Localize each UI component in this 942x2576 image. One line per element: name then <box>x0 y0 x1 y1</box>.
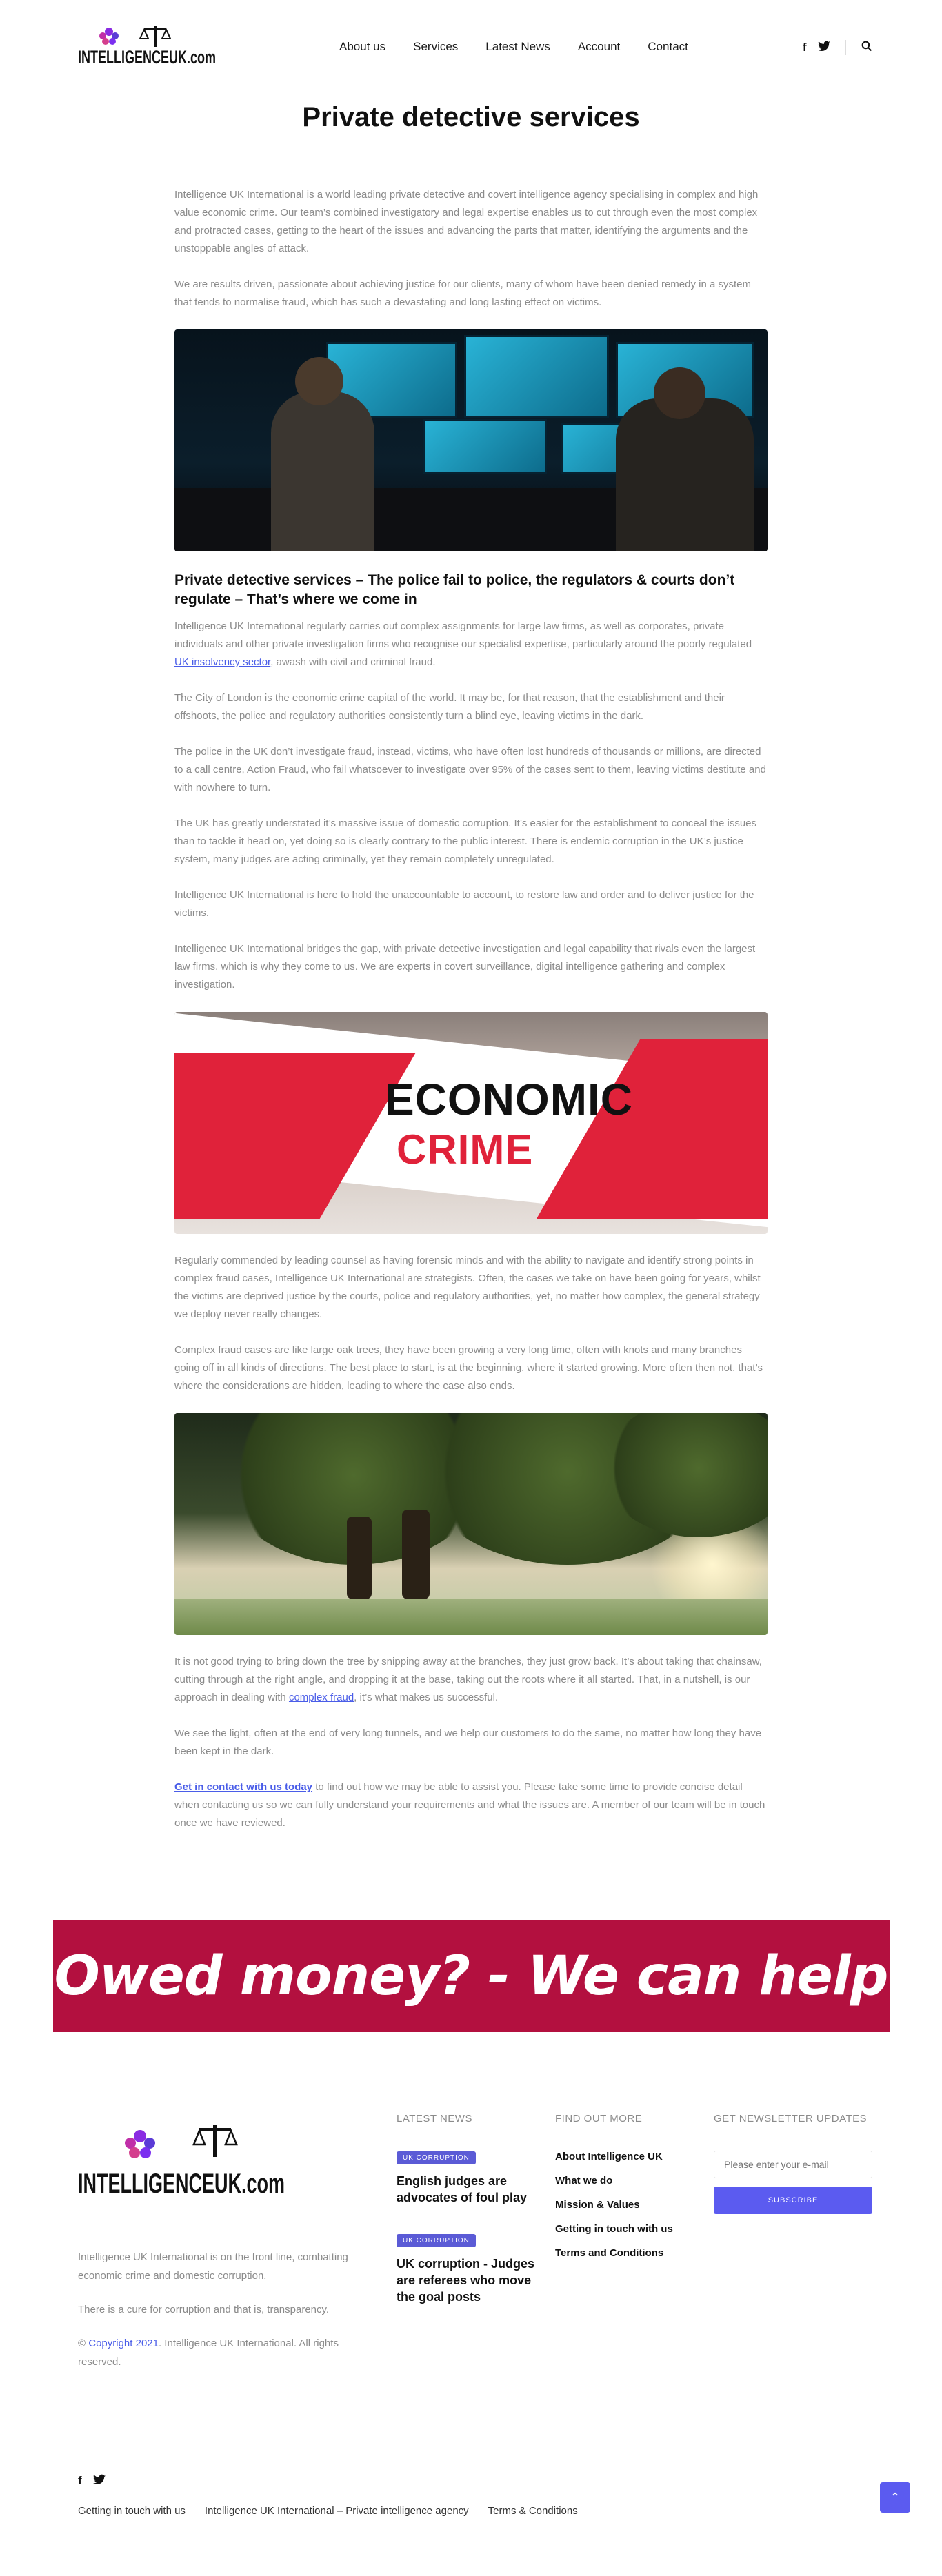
promo-banner[interactable]: Owed money? - We can help <box>52 1920 890 2032</box>
bottom-links: Getting in touch with us Intelligence UK… <box>78 2505 578 2517</box>
footer-link[interactable]: Terms and Conditions <box>555 2247 673 2259</box>
paragraph: Intelligence UK International bridges th… <box>174 943 756 991</box>
copyright-link[interactable]: Copyright 2021 <box>88 2337 159 2349</box>
news-item[interactable]: UK CORRUPTION UK corruption - Judges are… <box>397 2233 534 2305</box>
about-text: There is a cure for corruption and that … <box>78 2304 330 2315</box>
paragraph: It is not good trying to bring down the … <box>174 1656 762 1703</box>
category-badge[interactable]: UK CORRUPTION <box>397 2234 476 2247</box>
complex-fraud-link[interactable]: complex fraud <box>289 1692 354 1703</box>
column-title: FIND OUT MORE <box>555 2113 643 2124</box>
news-title[interactable]: UK corruption - Judges are referees who … <box>397 2255 534 2305</box>
divider <box>845 40 846 55</box>
paragraph: Intelligence UK International is here to… <box>174 889 754 919</box>
control-room-image <box>174 329 768 551</box>
footer-about: Intelligence UK International is on the … <box>78 2248 374 2386</box>
paragraph: Get in contact with us today to find out… <box>174 1781 765 1829</box>
column-title: GET NEWSLETTER UPDATES <box>714 2113 868 2124</box>
page-title: Private detective services <box>302 102 640 132</box>
crime-text: CRIME <box>397 1126 534 1173</box>
svg-text:INTELLIGENCEUK.com: INTELLIGENCEUK.com <box>78 2169 285 2199</box>
find-out-more-column: FIND OUT MORE About Intelligence UK What… <box>555 2113 673 2271</box>
contact-us-link[interactable]: Get in contact with us today <box>174 1781 312 1793</box>
footer-link[interactable]: Mission & Values <box>555 2199 673 2211</box>
paragraph: Intelligence UK International regularly … <box>174 620 752 668</box>
bottom-link[interactable]: Intelligence UK International – Private … <box>205 2505 469 2517</box>
footer-logo[interactable]: INTELLIGENCEUK.com <box>78 2116 285 2205</box>
about-text: Intelligence UK International is on the … <box>78 2251 348 2282</box>
bottom-link[interactable]: Getting in touch with us <box>78 2505 186 2517</box>
column-title: LATEST NEWS <box>397 2113 472 2124</box>
header-social: f <box>803 40 872 55</box>
search-icon[interactable] <box>861 41 872 55</box>
bottom-bar: f Getting in touch with us Intelligence … <box>0 2391 942 2557</box>
paragraph: The City of London is the economic crime… <box>174 692 725 722</box>
main-nav: About us Services Latest News Account Co… <box>339 40 688 54</box>
email-field[interactable] <box>714 2151 872 2178</box>
bottom-social: f <box>78 2474 106 2488</box>
paragraph: We see the light, often at the end of ve… <box>174 1727 762 1757</box>
copyright: © Copyright 2021. Intelligence UK Intern… <box>78 2337 339 2368</box>
chevron-up-icon: ⌃ <box>890 2490 901 2504</box>
footer-link[interactable]: About Intelligence UK <box>555 2151 673 2162</box>
paragraph: The police in the UK don’t investigate f… <box>174 746 766 793</box>
news-item[interactable]: UK CORRUPTION English judges are advocat… <box>397 2151 534 2206</box>
nav-about[interactable]: About us <box>339 40 385 54</box>
paragraph: Regularly commended by leading counsel a… <box>174 1255 761 1320</box>
subscribe-button[interactable]: SUBSCRIBE <box>714 2187 872 2214</box>
category-badge[interactable]: UK CORRUPTION <box>397 2151 476 2164</box>
site-header: INTELLIGENCEUK.com About us Services Lat… <box>0 0 942 97</box>
main-content: Intelligence UK International is a world… <box>174 150 768 1832</box>
insolvency-link[interactable]: UK insolvency sector <box>174 656 270 668</box>
paragraph: We are results driven, passionate about … <box>174 278 751 308</box>
latest-news-column: LATEST NEWS UK CORRUPTION English judges… <box>397 2113 534 2333</box>
nav-contact[interactable]: Contact <box>648 40 688 54</box>
site-logo[interactable]: INTELLIGENCEUK.com <box>78 19 216 74</box>
banner-text: Owed money? - We can help <box>54 1945 889 2007</box>
scroll-to-top-button[interactable]: ⌃ <box>880 2482 910 2513</box>
newsletter-column: GET NEWSLETTER UPDATES SUBSCRIBE <box>714 2113 942 2214</box>
paragraph: Complex fraud cases are like large oak t… <box>174 1344 763 1392</box>
svg-text:INTELLIGENCEUK.com: INTELLIGENCEUK.com <box>78 47 216 68</box>
section-heading: Private detective services – The police … <box>174 572 735 607</box>
twitter-icon[interactable] <box>92 2474 106 2488</box>
twitter-icon[interactable] <box>817 41 830 55</box>
footer-link[interactable]: What we do <box>555 2175 673 2187</box>
crime-text: ECONOMIC <box>385 1075 633 1124</box>
facebook-icon[interactable]: f <box>803 41 807 54</box>
footer-link[interactable]: Getting in touch with us <box>555 2223 673 2235</box>
oak-tree-image <box>174 1413 768 1635</box>
paragraph: The UK has greatly understated it’s mass… <box>174 818 757 865</box>
site-footer: INTELLIGENCEUK.com Intelligence UK Inter… <box>0 2067 942 2391</box>
nav-services[interactable]: Services <box>413 40 458 54</box>
economic-crime-image: ECONOMIC CRIME <box>174 1012 768 1234</box>
intro-paragraph: Intelligence UK International is a world… <box>174 189 759 254</box>
nav-account[interactable]: Account <box>578 40 620 54</box>
news-title[interactable]: English judges are advocates of foul pla… <box>397 2173 534 2206</box>
facebook-icon[interactable]: f <box>78 2474 82 2488</box>
nav-latest-news[interactable]: Latest News <box>485 40 550 54</box>
bottom-link[interactable]: Terms & Conditions <box>488 2505 578 2517</box>
